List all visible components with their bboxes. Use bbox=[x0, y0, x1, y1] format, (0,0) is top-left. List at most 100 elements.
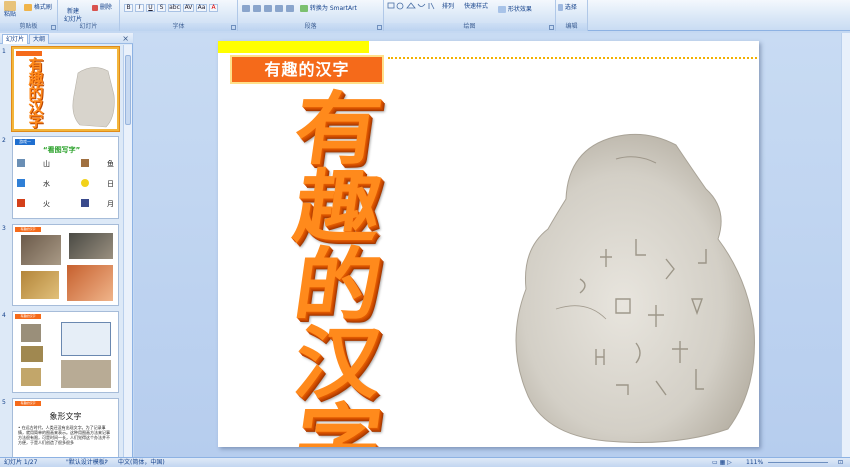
shadow-button[interactable]: abc bbox=[168, 4, 181, 12]
font-launcher-icon[interactable] bbox=[231, 25, 236, 30]
quick-styles-label: 快速样式 bbox=[464, 3, 489, 10]
language-indicator[interactable]: 中文(简体，中国) bbox=[118, 458, 165, 467]
big-title-text[interactable]: 有 趣 的 汉 字 bbox=[258, 84, 418, 447]
smartart-label: 转换为 SmartArt bbox=[309, 5, 357, 12]
format-painter-label: 格式刷 bbox=[33, 4, 52, 11]
delete-label: 删除 bbox=[99, 4, 112, 11]
slide-thumbnail-4[interactable]: 有趣的汉字 bbox=[12, 311, 119, 393]
font-color-button[interactable]: A bbox=[209, 4, 218, 12]
thumb3-photo bbox=[21, 271, 59, 299]
spellcheck-icon[interactable]: ✓ bbox=[104, 458, 109, 467]
align-left-icon[interactable] bbox=[242, 5, 250, 12]
slide-thumbnail-5[interactable]: 有趣的汉字 象形文字 • 在远古时代，人类还没有出现文字。为了记录事情，就用简单… bbox=[12, 398, 119, 457]
editing-group: 选择 编辑 bbox=[556, 0, 588, 31]
dotted-line bbox=[388, 57, 757, 59]
underline-button[interactable]: U bbox=[146, 4, 155, 12]
slide-number: 4 bbox=[2, 312, 6, 319]
paragraph-group-label: 段落 bbox=[238, 23, 383, 31]
zoom-slider[interactable] bbox=[768, 462, 828, 463]
slide-editor: 有趣的汉字 有 趣 的 汉 字 bbox=[134, 33, 850, 457]
thumbnail-list: 1 有 趣 的 汉 字 2 游戏一 “看图写字” 山 鱼 水 日 火 月 3 有… bbox=[0, 45, 133, 457]
new-slide-label: 新建 幻灯片 bbox=[64, 8, 83, 23]
ribbon: 粘贴 格式刷 剪贴板 新建 幻灯片 删除 幻灯片 B I U S abc AV … bbox=[0, 0, 850, 31]
thumb3-photo bbox=[69, 233, 113, 259]
status-bar: 幻灯片 1/27 "默认设计模板" ✓ 中文(简体，中国) ▭ ▦ ▷ 111%… bbox=[0, 457, 850, 467]
italic-button[interactable]: I bbox=[135, 4, 144, 12]
columns-icon[interactable] bbox=[286, 5, 294, 12]
convert-smartart-button[interactable]: 转换为 SmartArt bbox=[300, 5, 357, 13]
shape-effects-button[interactable]: 形状效果 bbox=[498, 6, 532, 14]
shape-effects-label: 形状效果 bbox=[507, 6, 532, 13]
big-char: 汉 bbox=[288, 318, 388, 410]
shapes-gallery-icon[interactable] bbox=[387, 2, 437, 16]
paragraph-group: 转换为 SmartArt 段落 bbox=[238, 0, 384, 31]
slide-number: 1 bbox=[2, 48, 6, 55]
slides-group: 新建 幻灯片 删除 幻灯片 bbox=[58, 0, 120, 31]
change-case-button[interactable]: Aa bbox=[196, 4, 207, 12]
thumb2-title: “看图写字” bbox=[43, 146, 81, 154]
select-button[interactable]: 选择 bbox=[558, 4, 577, 12]
thumb4-photo bbox=[61, 322, 111, 356]
thumb1-oracle-bone bbox=[72, 67, 115, 128]
slides-group-label: 幻灯片 bbox=[58, 23, 119, 31]
oracle-bone-image[interactable] bbox=[496, 129, 758, 447]
zoom-level[interactable]: 111% bbox=[746, 458, 763, 467]
align-center-icon[interactable] bbox=[253, 5, 261, 12]
arrange-label: 排列 bbox=[442, 3, 455, 10]
clipboard-group: 粘贴 格式刷 剪贴板 bbox=[0, 0, 58, 31]
strikethrough-button[interactable]: S bbox=[157, 4, 166, 12]
bold-button[interactable]: B bbox=[124, 4, 133, 12]
theme-name: "默认设计模板" bbox=[66, 459, 108, 466]
panel-tabs: 幻灯片 大纲 × bbox=[0, 33, 133, 44]
big-char: 趣 bbox=[288, 162, 388, 254]
tab-outline[interactable]: 大纲 bbox=[29, 34, 50, 44]
tab-slides[interactable]: 幻灯片 bbox=[2, 34, 29, 44]
char-spacing-button[interactable]: AV bbox=[183, 4, 194, 12]
slide-title[interactable]: 有趣的汉字 bbox=[230, 55, 384, 84]
clipboard-launcher-icon[interactable] bbox=[51, 25, 56, 30]
drawing-group: 排列 快速样式 形状效果 绘图 bbox=[384, 0, 556, 31]
paste-button[interactable]: 粘贴 bbox=[4, 1, 16, 19]
thumb4-photo bbox=[21, 368, 41, 386]
arrange-button[interactable]: 排列 bbox=[442, 3, 454, 11]
view-buttons[interactable]: ▭ ▦ ▷ bbox=[712, 458, 732, 467]
thumb2-img bbox=[81, 179, 89, 187]
current-slide[interactable]: 有趣的汉字 有 趣 的 汉 字 bbox=[218, 41, 759, 447]
slide-thumbnail-3[interactable]: 有趣的汉字 bbox=[12, 224, 119, 306]
paragraph-launcher-icon[interactable] bbox=[377, 25, 382, 30]
format-painter-button[interactable]: 格式刷 bbox=[24, 4, 52, 12]
clipboard-group-label: 剪贴板 bbox=[0, 23, 57, 31]
slide-thumbnail-2[interactable]: 游戏一 “看图写字” 山 鱼 水 日 火 月 bbox=[12, 136, 119, 219]
select-label: 选择 bbox=[564, 4, 577, 11]
cursor-icon bbox=[558, 4, 563, 11]
editing-group-label: 编辑 bbox=[556, 23, 587, 31]
fit-window-icon[interactable]: ⊡ bbox=[838, 458, 843, 467]
delete-icon bbox=[92, 4, 98, 11]
drawing-launcher-icon[interactable] bbox=[549, 25, 554, 30]
new-slide-button[interactable]: 新建 幻灯片 bbox=[64, 0, 82, 24]
slide-number: 2 bbox=[2, 137, 6, 144]
big-char: 有 bbox=[288, 84, 388, 176]
brush-icon bbox=[24, 4, 32, 11]
panel-scrollbar[interactable] bbox=[123, 45, 132, 457]
slides-panel: 幻灯片 大纲 × 1 有 趣 的 汉 字 2 游戏一 “看图写字” 山 鱼 水 … bbox=[0, 33, 133, 457]
thumb3-photo bbox=[21, 235, 61, 265]
justify-icon[interactable] bbox=[275, 5, 283, 12]
slide-number: 5 bbox=[2, 399, 6, 406]
close-panel-icon[interactable]: × bbox=[122, 34, 129, 43]
thumb-title-bar: 有趣的汉字 bbox=[15, 314, 41, 319]
quick-styles-button[interactable]: 快速样式 bbox=[464, 3, 488, 11]
thumb4-photo bbox=[61, 360, 111, 388]
panel-scroll-thumb[interactable] bbox=[125, 55, 131, 125]
align-right-icon[interactable] bbox=[264, 5, 272, 12]
paste-label: 粘贴 bbox=[4, 11, 17, 18]
thumb2-char: 日 bbox=[107, 180, 114, 188]
thumb2-img bbox=[17, 159, 25, 167]
thumb2-img bbox=[81, 159, 89, 167]
editor-scrollbar[interactable] bbox=[841, 33, 850, 457]
big-char: 的 bbox=[288, 240, 388, 332]
thumb1-big-text: 有 趣 的 汉 字 bbox=[28, 56, 44, 130]
delete-slide-button[interactable]: 删除 bbox=[92, 4, 112, 12]
thumb2-char: 鱼 bbox=[107, 160, 114, 168]
slide-thumbnail-1[interactable]: 有 趣 的 汉 字 bbox=[12, 47, 119, 131]
